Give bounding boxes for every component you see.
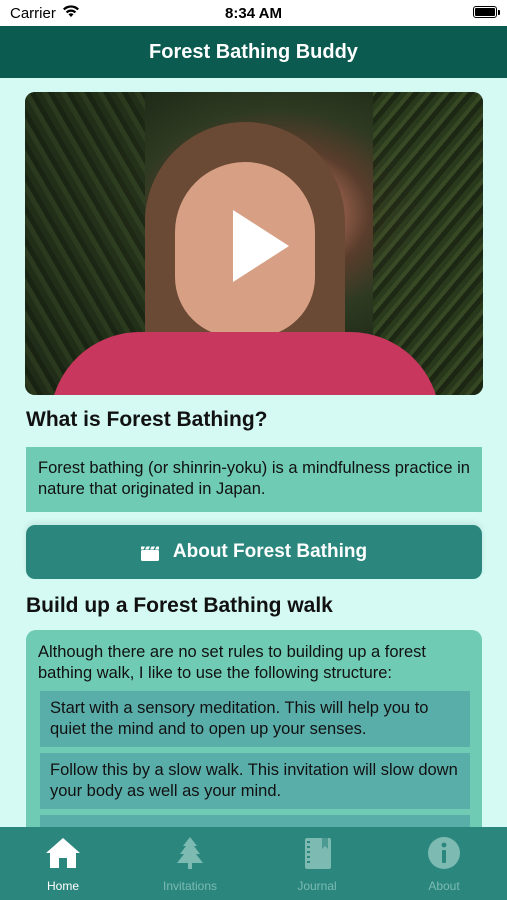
tab-invitations-label: Invitations	[162, 879, 218, 893]
tab-journal-label: Journal	[297, 879, 337, 893]
tab-about-label: About	[428, 879, 460, 893]
page-title: Forest Bathing Buddy	[149, 40, 358, 63]
tab-about[interactable]: About	[381, 827, 507, 900]
section-title-what-is: What is Forest Bathing?	[26, 408, 268, 431]
tab-home[interactable]: Home	[0, 827, 126, 900]
main-content[interactable]: What is Forest Bathing? Forest bathing (…	[0, 78, 507, 827]
tree-icon	[170, 835, 210, 871]
nav-bar: Forest Bathing Buddy	[0, 26, 507, 78]
home-icon	[43, 835, 83, 871]
play-icon[interactable]	[233, 210, 289, 282]
battery-icon	[473, 6, 500, 18]
video-player[interactable]	[25, 92, 483, 395]
walk-step: Start with a sensory meditation. This wi…	[40, 691, 470, 747]
section-title-build-walk: Build up a Forest Bathing walk	[26, 594, 333, 617]
status-bar: Carrier 8:34 AM	[0, 0, 507, 26]
tab-journal[interactable]: Journal	[254, 827, 380, 900]
intro-text-box: Forest bathing (or shinrin-yoku) is a mi…	[26, 447, 482, 512]
video-thumbnail-shirt	[50, 332, 440, 395]
tab-home-label: Home	[46, 879, 79, 893]
walk-intro-text: Although there are no set rules to build…	[38, 643, 426, 682]
about-button-label: About Forest Bathing	[172, 541, 368, 562]
journal-icon	[297, 835, 337, 871]
tab-invitations[interactable]: Invitations	[127, 827, 253, 900]
tab-bar: Home Invitations Journal About	[0, 827, 507, 900]
clock: 8:34 AM	[225, 5, 282, 22]
info-icon	[424, 835, 464, 871]
clapperboard-icon	[140, 545, 159, 561]
about-forest-bathing-button[interactable]: About Forest Bathing	[26, 525, 482, 579]
walk-step: Follow this by a slow walk. This invitat…	[40, 753, 470, 809]
walk-step	[40, 815, 470, 827]
walk-structure-box: Although there are no set rules to build…	[26, 630, 482, 827]
